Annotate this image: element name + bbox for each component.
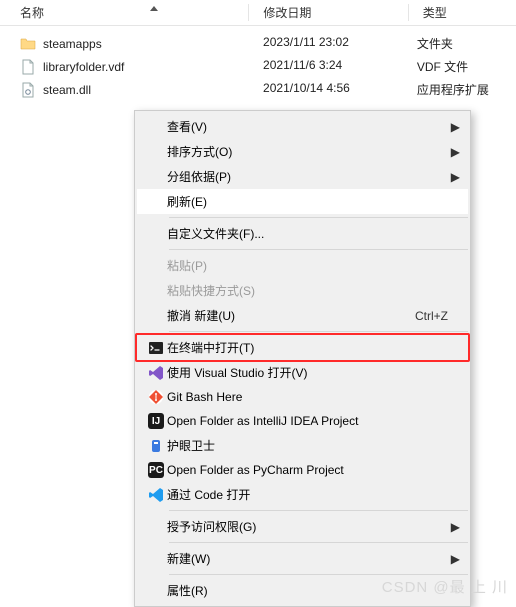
folder-icon	[20, 36, 36, 52]
menu-separator	[169, 331, 468, 332]
chevron-right-icon: ▶	[448, 552, 460, 566]
menu-item-vscode[interactable]: 通过 Code 打开	[137, 482, 468, 507]
menu-item-open-visual-studio[interactable]: 使用 Visual Studio 打开(V)	[137, 360, 468, 385]
header-divider	[248, 4, 249, 21]
file-row[interactable]: libraryfolder.vdf 2021/11/6 3:24 VDF 文件	[0, 55, 516, 78]
watermark: CSDN @最 上 川	[382, 576, 508, 597]
menu-separator	[169, 542, 468, 543]
eye-guard-icon	[145, 438, 167, 454]
chevron-right-icon: ▶	[448, 520, 460, 534]
menu-item-undo-new[interactable]: 撤消 新建(U)Ctrl+Z	[137, 303, 468, 328]
menu-item-new[interactable]: 新建(W)▶	[137, 546, 468, 571]
file-date: 2021/11/6 3:24	[263, 58, 417, 75]
menu-item-pycharm[interactable]: PC Open Folder as PyCharm Project	[137, 458, 468, 482]
menu-shortcut: Ctrl+Z	[415, 309, 460, 323]
column-header-date[interactable]: 修改日期	[263, 4, 408, 21]
file-type: 文件夹	[417, 35, 516, 52]
terminal-icon	[145, 340, 167, 356]
column-header-row: 名称 修改日期 类型	[0, 0, 516, 26]
column-header-type[interactable]: 类型	[423, 4, 516, 21]
menu-separator	[169, 217, 468, 218]
file-date: 2021/10/14 4:56	[263, 81, 417, 98]
header-divider	[408, 4, 409, 21]
menu-item-eye-guard[interactable]: 护眼卫士	[137, 433, 468, 458]
file-icon	[20, 59, 36, 75]
menu-separator	[169, 510, 468, 511]
menu-item-grant-access[interactable]: 授予访问权限(G)▶	[137, 514, 468, 539]
menu-item-view[interactable]: 查看(V)▶	[137, 114, 468, 139]
menu-item-sort[interactable]: 排序方式(O)▶	[137, 139, 468, 164]
menu-item-open-terminal[interactable]: 在终端中打开(T)	[137, 335, 468, 360]
chevron-right-icon: ▶	[448, 120, 460, 134]
file-name: steam.dll	[43, 83, 91, 97]
menu-item-git-bash[interactable]: Git Bash Here	[137, 385, 468, 409]
git-bash-icon	[145, 389, 167, 405]
chevron-right-icon: ▶	[448, 145, 460, 159]
menu-separator	[169, 574, 468, 575]
menu-item-paste: 粘贴(P)	[137, 253, 468, 278]
menu-item-intellij[interactable]: IJ Open Folder as IntelliJ IDEA Project	[137, 409, 468, 433]
menu-item-customize-folder[interactable]: 自定义文件夹(F)...	[137, 221, 468, 246]
file-type: 应用程序扩展	[417, 81, 516, 98]
menu-item-refresh[interactable]: 刷新(E)	[137, 189, 468, 214]
file-name: libraryfolder.vdf	[43, 60, 124, 74]
file-list: steamapps 2023/1/11 23:02 文件夹 libraryfol…	[0, 26, 516, 101]
chevron-right-icon: ▶	[448, 170, 460, 184]
menu-item-group[interactable]: 分组依据(P)▶	[137, 164, 468, 189]
file-type: VDF 文件	[417, 58, 516, 75]
menu-item-paste-shortcut: 粘贴快捷方式(S)	[137, 278, 468, 303]
vscode-icon	[145, 487, 167, 503]
file-date: 2023/1/11 23:02	[263, 35, 417, 52]
pycharm-icon: PC	[145, 462, 167, 478]
column-header-name[interactable]: 名称	[0, 4, 248, 21]
file-row[interactable]: steam.dll 2021/10/14 4:56 应用程序扩展	[0, 78, 516, 101]
file-icon	[20, 82, 36, 98]
file-name: steamapps	[43, 37, 102, 51]
file-row[interactable]: steamapps 2023/1/11 23:02 文件夹	[0, 32, 516, 55]
intellij-icon: IJ	[145, 413, 167, 429]
menu-separator	[169, 249, 468, 250]
context-menu: 查看(V)▶ 排序方式(O)▶ 分组依据(P)▶ 刷新(E) 自定义文件夹(F)…	[134, 110, 471, 607]
visual-studio-icon	[145, 365, 167, 381]
